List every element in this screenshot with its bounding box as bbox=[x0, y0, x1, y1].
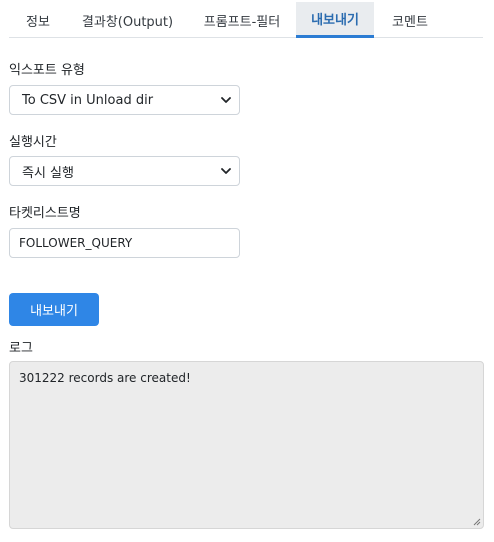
chevron-down-icon bbox=[221, 168, 231, 174]
log-text: 301222 records are created! bbox=[19, 371, 191, 385]
export-type-label: 익스포트 유형 bbox=[9, 63, 85, 78]
tab-prompt-filter[interactable]: 프롬프트-필터 bbox=[188, 3, 296, 38]
export-type-value: To CSV in Unload dir bbox=[22, 92, 154, 108]
tab-bar: 정보 결과창(Output) 프롬프트-필터 내보내기 코멘트 bbox=[9, 0, 483, 38]
log-textarea[interactable]: 301222 records are created! bbox=[9, 361, 484, 529]
tab-info[interactable]: 정보 bbox=[9, 3, 67, 38]
tab-comment[interactable]: 코멘트 bbox=[374, 3, 446, 38]
export-panel: 정보 결과창(Output) 프롬프트-필터 내보내기 코멘트 익스포트 유형 … bbox=[0, 0, 494, 542]
export-type-select[interactable]: To CSV in Unload dir bbox=[9, 85, 240, 115]
target-list-input[interactable]: FOLLOWER_QUERY bbox=[9, 228, 240, 258]
run-time-value: 즉시 실행 bbox=[22, 165, 74, 181]
target-list-value: FOLLOWER_QUERY bbox=[19, 236, 133, 250]
tab-export[interactable]: 내보내기 bbox=[296, 2, 374, 38]
run-time-select[interactable]: 즉시 실행 bbox=[9, 156, 240, 186]
chevron-down-icon bbox=[221, 97, 231, 103]
target-list-label: 타켓리스트명 bbox=[9, 206, 81, 221]
run-time-label: 실행시간 bbox=[9, 135, 57, 150]
export-button[interactable]: 내보내기 bbox=[9, 293, 99, 326]
resize-handle-icon[interactable] bbox=[473, 518, 481, 526]
tab-output[interactable]: 결과창(Output) bbox=[67, 3, 188, 38]
log-label: 로그 bbox=[9, 341, 33, 356]
